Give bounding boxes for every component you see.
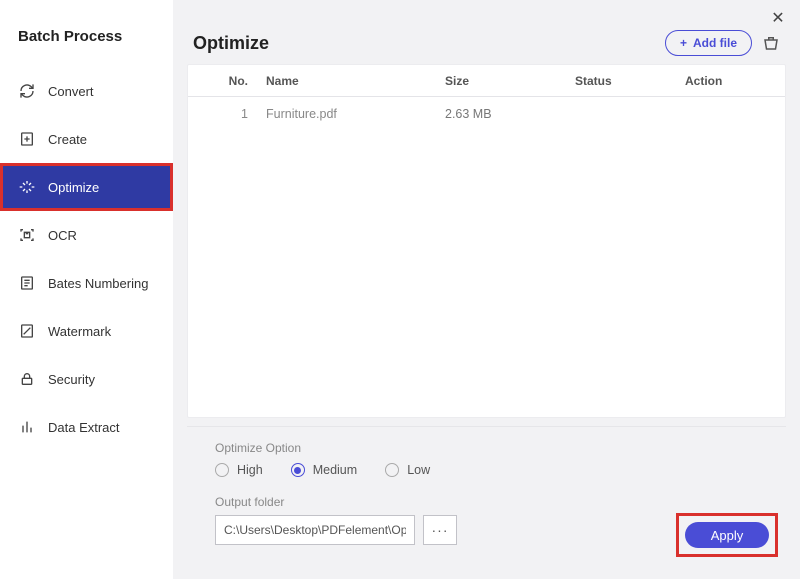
sidebar: Batch Process Convert Create Optimize OC… (0, 0, 173, 579)
col-action: Action (685, 74, 755, 88)
sidebar-item-watermark[interactable]: Watermark (0, 307, 173, 355)
sidebar-item-bates-numbering[interactable]: Bates Numbering (0, 259, 173, 307)
radio-label: Low (407, 463, 430, 477)
cell-size: 2.63 MB (445, 107, 575, 121)
app-window: Batch Process Convert Create Optimize OC… (0, 0, 800, 579)
apply-highlight: Apply (676, 513, 778, 557)
ocr-icon (18, 226, 36, 244)
sidebar-item-label: Security (48, 372, 95, 387)
sidebar-item-create[interactable]: Create (0, 115, 173, 163)
add-file-label: Add file (693, 36, 737, 50)
radio-medium[interactable]: Medium (291, 463, 357, 477)
sidebar-item-data-extract[interactable]: Data Extract (0, 403, 173, 451)
cell-no: 1 (218, 107, 258, 121)
radio-low[interactable]: Low (385, 463, 430, 477)
sidebar-item-label: Data Extract (48, 420, 120, 435)
sidebar-item-security[interactable]: Security (0, 355, 173, 403)
table-row[interactable]: 1 Furniture.pdf 2.63 MB (188, 97, 785, 131)
output-folder-input[interactable] (215, 515, 415, 545)
col-status: Status (575, 74, 685, 88)
sidebar-item-label: Watermark (48, 324, 111, 339)
watermark-icon (18, 322, 36, 340)
col-size: Size (445, 74, 575, 88)
radio-icon (291, 463, 305, 477)
sidebar-item-convert[interactable]: Convert (0, 67, 173, 115)
apply-button[interactable]: Apply (685, 522, 769, 548)
close-button[interactable]: ✕ (768, 8, 788, 28)
bates-icon (18, 274, 36, 292)
sidebar-item-label: OCR (48, 228, 77, 243)
radio-label: Medium (313, 463, 357, 477)
col-no: No. (218, 74, 258, 88)
table-header: No. Name Size Status Action (188, 65, 785, 97)
close-icon: ✕ (771, 8, 784, 28)
refresh-icon (18, 82, 36, 100)
radio-label: High (237, 463, 263, 477)
main-panel: ✕ Optimize + Add file No. Name Size Stat… (173, 0, 800, 579)
sidebar-item-ocr[interactable]: OCR (0, 211, 173, 259)
optimize-icon (18, 178, 36, 196)
tools-icon[interactable] (762, 34, 780, 52)
lock-icon (18, 370, 36, 388)
radio-icon (215, 463, 229, 477)
sidebar-item-label: Bates Numbering (48, 276, 148, 291)
sidebar-item-label: Create (48, 132, 87, 147)
table-body: 1 Furniture.pdf 2.63 MB (188, 97, 785, 417)
plus-icon: + (680, 36, 687, 50)
sidebar-title: Batch Process (0, 20, 173, 67)
ellipsis-icon: ··· (432, 522, 449, 538)
sidebar-item-optimize[interactable]: Optimize (0, 163, 173, 211)
optimize-option-group: High Medium Low (215, 463, 758, 477)
file-table: No. Name Size Status Action 1 Furniture.… (187, 64, 786, 418)
page-title: Optimize (193, 33, 269, 54)
browse-button[interactable]: ··· (423, 515, 457, 545)
output-folder-label: Output folder (215, 495, 758, 509)
header-actions: + Add file (665, 30, 780, 56)
radio-icon (385, 463, 399, 477)
header: Optimize + Add file (173, 0, 800, 64)
new-doc-icon (18, 130, 36, 148)
data-extract-icon (18, 418, 36, 436)
optimize-option-label: Optimize Option (215, 441, 758, 455)
col-name: Name (258, 74, 445, 88)
radio-high[interactable]: High (215, 463, 263, 477)
add-file-button[interactable]: + Add file (665, 30, 752, 56)
sidebar-item-label: Convert (48, 84, 94, 99)
cell-name: Furniture.pdf (258, 107, 445, 121)
sidebar-item-label: Optimize (48, 180, 99, 195)
